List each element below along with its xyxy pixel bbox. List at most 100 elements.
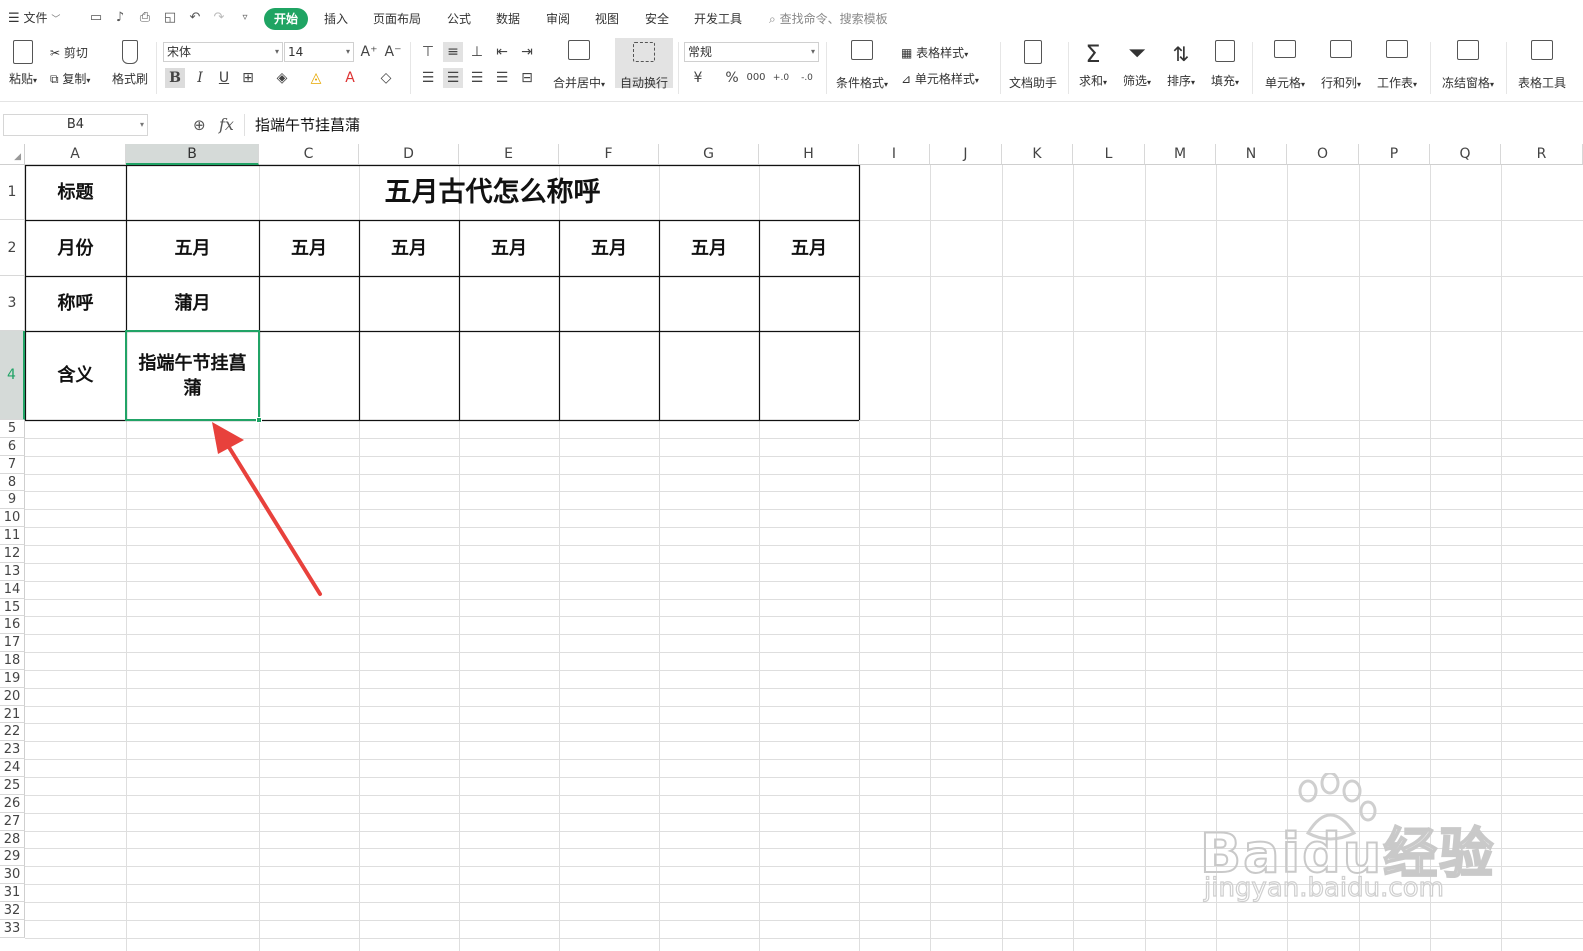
- column-header-k[interactable]: K: [1002, 144, 1073, 165]
- row-header-24[interactable]: 24: [0, 759, 25, 777]
- tab-formula[interactable]: 公式: [447, 10, 471, 27]
- fill-color-icon[interactable]: ◬: [306, 68, 326, 88]
- row-header-11[interactable]: 11: [0, 527, 25, 545]
- cell-month[interactable]: 五月: [459, 220, 559, 276]
- column-header-b[interactable]: B: [126, 144, 259, 165]
- undo-icon[interactable]: ↶: [188, 11, 202, 25]
- tab-page-layout[interactable]: 页面布局: [373, 10, 421, 27]
- font-increase-icon[interactable]: A⁺: [359, 42, 379, 62]
- align-center-icon[interactable]: ☰: [443, 68, 463, 88]
- customize-icon[interactable]: ▿: [238, 11, 252, 25]
- command-search[interactable]: ⌕ 查找命令、搜索模板: [769, 10, 888, 27]
- name-box[interactable]: B4 ▾: [3, 114, 148, 136]
- column-header-h[interactable]: H: [759, 144, 859, 165]
- currency-icon[interactable]: ¥: [688, 68, 708, 88]
- merge-center-button[interactable]: 合并居中▾: [550, 40, 608, 91]
- print-icon[interactable]: ⎙: [138, 11, 152, 25]
- number-format-select[interactable]: 常规 ▾: [684, 42, 819, 62]
- row-header-6[interactable]: 6: [0, 438, 25, 456]
- font-family-select[interactable]: 宋体 ▾: [163, 42, 283, 62]
- table-tools-button[interactable]: 表格工具: [1514, 40, 1570, 91]
- fill-button[interactable]: 填充▾: [1206, 40, 1244, 89]
- row-header-20[interactable]: 20: [0, 688, 25, 706]
- row-header-8[interactable]: 8: [0, 474, 25, 491]
- distributed-icon[interactable]: ⊟: [517, 68, 537, 88]
- freeze-panes-button[interactable]: 冻结窗格▾: [1437, 40, 1499, 91]
- row-header-13[interactable]: 13: [0, 563, 25, 581]
- row-header-4[interactable]: 4: [0, 331, 25, 420]
- thousands-icon[interactable]: 000: [746, 68, 766, 88]
- row-header-21[interactable]: 21: [0, 706, 25, 723]
- sum-button[interactable]: Σ 求和▾: [1074, 40, 1112, 89]
- cell-b3[interactable]: 蒲月: [126, 276, 259, 331]
- column-header-n[interactable]: N: [1216, 144, 1287, 165]
- tab-security[interactable]: 安全: [645, 10, 669, 27]
- row-header-30[interactable]: 30: [0, 866, 25, 884]
- cut-button[interactable]: ✂ 剪切: [50, 44, 88, 61]
- tab-insert[interactable]: 插入: [324, 10, 348, 27]
- align-middle-icon[interactable]: ≡: [443, 42, 463, 62]
- row-header-23[interactable]: 23: [0, 741, 25, 759]
- align-top-icon[interactable]: ⊤: [418, 42, 438, 62]
- cell-a2[interactable]: 月份: [25, 220, 126, 276]
- cell-month[interactable]: 五月: [659, 220, 759, 276]
- row-header-2[interactable]: 2: [0, 220, 25, 276]
- doc-helper-button[interactable]: 文档助手: [1006, 40, 1060, 91]
- font-decrease-icon[interactable]: A⁻: [383, 42, 403, 62]
- row-header-29[interactable]: 29: [0, 848, 25, 866]
- eraser-icon[interactable]: ◇: [376, 68, 396, 88]
- spreadsheet-grid[interactable]: ABCDEFGHIJKLMNOPQR 1 2 3 4 5 6 7 8 9 10 11 12 13 14 15…: [0, 144, 1583, 951]
- row-header-33[interactable]: 33: [0, 920, 25, 938]
- cell-month[interactable]: 五月: [759, 220, 859, 276]
- tab-view[interactable]: 视图: [595, 10, 619, 27]
- filter-button[interactable]: ⏷ 筛选▾: [1118, 40, 1156, 89]
- tab-home[interactable]: 开始: [264, 8, 308, 30]
- tab-developer[interactable]: 开发工具: [694, 10, 742, 27]
- column-header-q[interactable]: Q: [1430, 144, 1501, 165]
- row-header-14[interactable]: 14: [0, 581, 25, 599]
- underline-icon[interactable]: U: [214, 68, 234, 88]
- column-header-c[interactable]: C: [259, 144, 359, 165]
- cell-month[interactable]: 五月: [126, 220, 259, 276]
- column-header-d[interactable]: D: [359, 144, 459, 165]
- percent-icon[interactable]: %: [722, 68, 742, 88]
- font-color-icon[interactable]: A: [340, 68, 360, 88]
- format-painter-icon[interactable]: ♪: [113, 11, 127, 25]
- row-header-28[interactable]: 28: [0, 831, 25, 848]
- file-menu[interactable]: ☰ 文件 ﹀: [8, 9, 60, 26]
- row-header-27[interactable]: 27: [0, 813, 25, 831]
- row-header-25[interactable]: 25: [0, 777, 25, 795]
- redo-icon[interactable]: ↷: [212, 11, 226, 25]
- indent-increase-icon[interactable]: ⇥: [517, 42, 537, 62]
- italic-icon[interactable]: I: [190, 68, 210, 88]
- row-header-10[interactable]: 10: [0, 509, 25, 527]
- column-header-p[interactable]: P: [1359, 144, 1430, 165]
- column-header-o[interactable]: O: [1287, 144, 1359, 165]
- cell-a4[interactable]: 含义: [25, 331, 126, 420]
- select-all-corner[interactable]: ◢: [0, 144, 25, 165]
- cell-style-button[interactable]: ⊿ 单元格样式▾: [901, 70, 979, 87]
- zoom-icon[interactable]: ⊕: [193, 116, 206, 134]
- table-style-button[interactable]: ▦ 表格样式▾: [901, 44, 968, 61]
- tab-review[interactable]: 审阅: [546, 10, 570, 27]
- bold-icon[interactable]: B: [165, 68, 185, 88]
- format-painter-button[interactable]: 格式刷: [111, 40, 149, 87]
- conditional-format-button[interactable]: 条件格式▾: [833, 40, 891, 91]
- print-preview-icon[interactable]: ◱: [163, 11, 177, 25]
- row-header-18[interactable]: 18: [0, 652, 25, 670]
- align-right-icon[interactable]: ☰: [467, 68, 487, 88]
- row-header-12[interactable]: 12: [0, 545, 25, 563]
- fill-style-icon[interactable]: ◈: [272, 68, 292, 88]
- copy-button[interactable]: ⧉ 复制▾: [50, 70, 90, 87]
- cell-a3[interactable]: 称呼: [25, 276, 126, 331]
- sort-button[interactable]: ⇅ 排序▾: [1162, 40, 1200, 89]
- cell-a1[interactable]: 标题: [25, 165, 126, 220]
- row-header-9[interactable]: 9: [0, 491, 25, 509]
- row-header-32[interactable]: 32: [0, 902, 25, 920]
- worksheet-button[interactable]: 工作表▾: [1372, 40, 1422, 91]
- column-header-a[interactable]: A: [25, 144, 126, 165]
- row-col-button[interactable]: 行和列▾: [1316, 40, 1366, 91]
- column-header-i[interactable]: I: [859, 144, 930, 165]
- border-icon[interactable]: ⊞: [238, 68, 258, 88]
- row-header-22[interactable]: 22: [0, 723, 25, 741]
